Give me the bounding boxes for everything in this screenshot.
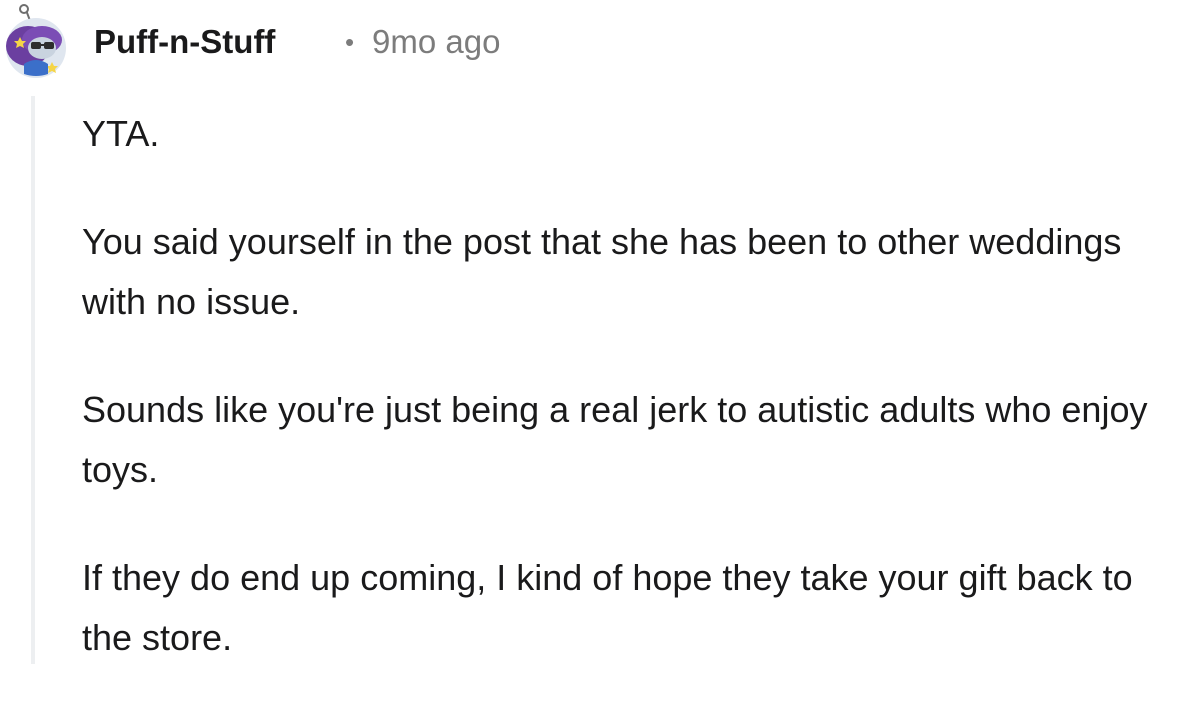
comment-paragraph: Sounds like you're just being a real jer… <box>82 389 1148 490</box>
thread-collapse-line[interactable] <box>31 96 35 664</box>
separator-dot: • <box>345 27 355 57</box>
comment-header: Puff-n-Stuff • 9mo ago <box>0 0 1178 84</box>
comment: Puff-n-Stuff • 9mo ago YTA. You said you… <box>0 0 1178 664</box>
author-username[interactable]: Puff-n-Stuff <box>94 22 275 62</box>
snoo-avatar-icon <box>6 4 66 78</box>
comment-timestamp[interactable]: 9mo ago <box>372 22 500 62</box>
comment-paragraph: You said yourself in the post that she h… <box>82 221 1122 322</box>
avatar[interactable] <box>2 4 74 78</box>
comment-body: YTA. You said yourself in the post that … <box>82 104 1172 716</box>
comment-paragraph: If they do end up coming, I kind of hope… <box>82 557 1133 658</box>
comment-paragraph: YTA. <box>82 113 160 154</box>
